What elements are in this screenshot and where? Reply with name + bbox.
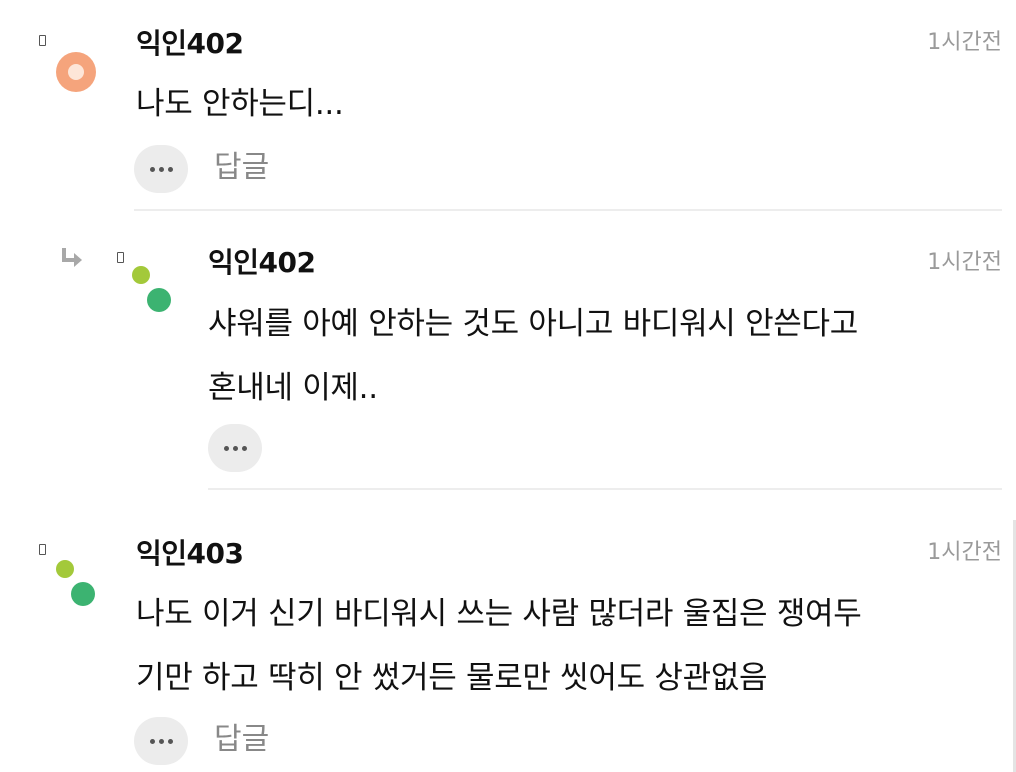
comment-marker-icon [117,252,124,263]
comment-time: 1시간전 [927,30,1002,55]
avatar-dot-light [132,266,150,284]
avatar [56,52,96,92]
avatar-dot-light [56,560,74,578]
comment-text-line-2: 혼내네 이제.. [208,370,378,406]
more-horizontal-icon [149,166,155,172]
avatar-inner [68,64,84,80]
avatar [132,266,174,314]
divider [208,488,1002,490]
comment-time: 1시간전 [927,250,1002,275]
comment-text-line-2: 기만 하고 딱히 안 썼거든 물로만 씻어도 상관없음 [136,660,768,696]
avatar-dot [71,582,95,606]
reply-button[interactable]: 답글 [214,720,269,760]
more-options-button[interactable] [134,717,188,765]
reply-arrow-icon [62,248,82,267]
divider [134,209,1002,211]
more-dot [167,738,173,744]
comment-author[interactable]: 익인403 [136,536,244,572]
more-dot [167,166,173,172]
more-options-button[interactable] [134,145,188,193]
more-options-button[interactable] [208,424,262,472]
more-dot [241,445,247,451]
avatar-dot [147,288,171,312]
more-dot [158,166,164,172]
comment-marker-icon [39,35,46,46]
comment-text-line-1: 나도 이거 신기 바디워시 쓰는 사람 많더라 울집은 쟁여두 [136,596,862,632]
comment-time: 1시간전 [927,540,1002,565]
more-dot [232,445,238,451]
comment-text: 나도 안하는디... [136,86,344,122]
more-horizontal-icon [223,445,229,451]
comment-author[interactable]: 익인402 [208,245,316,281]
more-horizontal-icon [149,738,155,744]
comment-author[interactable]: 익인402 [136,26,244,62]
avatar [56,560,98,608]
comment-marker-icon [39,544,46,555]
more-dot [158,738,164,744]
comment-text-line-1: 샤워를 아예 안하는 것도 아니고 바디워시 안쓴다고 [208,306,858,342]
reply-button[interactable]: 답글 [214,148,269,188]
